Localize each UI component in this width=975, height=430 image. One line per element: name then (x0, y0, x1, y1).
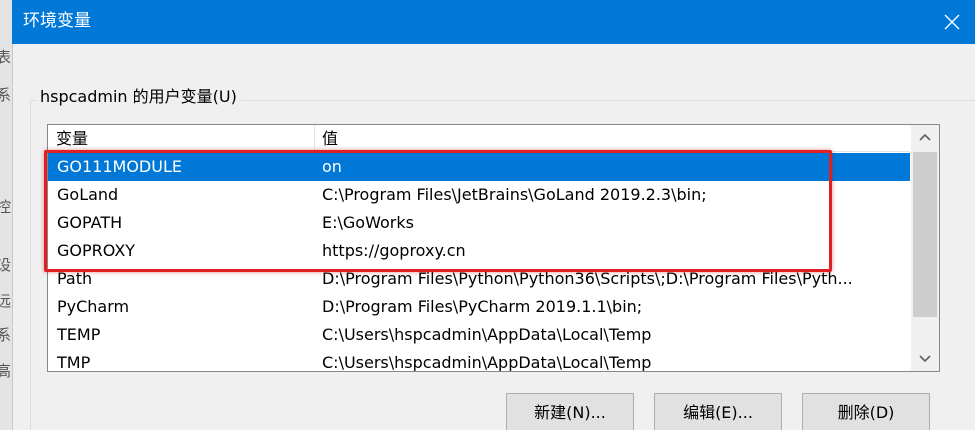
variable-value: D:\Program Files\Python\Python36\Scripts… (322, 269, 853, 288)
variable-name: PyCharm (57, 297, 130, 316)
background-text-fragment: 系 (0, 326, 12, 344)
window-title: 环境变量 (23, 11, 91, 31)
variable-value: C:\Users\hspcadmin\AppData\Local\Temp (322, 325, 652, 344)
table-row[interactable]: PyCharm D:\Program Files\PyCharm 2019.1.… (48, 293, 910, 321)
variable-value: C:\Users\hspcadmin\AppData\Local\Temp (322, 353, 652, 372)
background-text-fragment: 设 (0, 256, 12, 274)
background-text-fragment: 远 (0, 292, 12, 310)
table-row[interactable]: GoLand C:\Program Files\JetBrains\GoLand… (48, 181, 910, 209)
background-text-fragment: 控 (0, 198, 12, 216)
variable-name: TMP (57, 353, 91, 372)
screen: 表 系 控 设 远 系 高 环境变量 hspcadmin 的用户变量(U) 变量… (0, 0, 975, 430)
table-row[interactable]: GOPROXY https://goproxy.cn (48, 237, 910, 265)
scrollbar-thumb[interactable] (913, 152, 937, 317)
table-row[interactable]: TEMP C:\Users\hspcadmin\AppData\Local\Te… (48, 321, 910, 349)
table-row[interactable]: GO111MODULE on (48, 153, 910, 181)
background-text-fragment: 系 (0, 86, 12, 104)
variable-name: GOPROXY (57, 241, 136, 260)
close-button[interactable] (929, 0, 975, 44)
close-icon (944, 14, 960, 30)
variable-name: TEMP (57, 325, 101, 344)
column-separator[interactable] (314, 125, 315, 151)
variable-name: Path (57, 269, 93, 288)
variable-value: https://goproxy.cn (322, 241, 466, 260)
list-header: 变量 值 (48, 125, 910, 152)
new-button[interactable]: 新建(N)... (506, 393, 634, 430)
user-variables-list[interactable]: 变量 值 GO111MODULE on GoLand C:\Program Fi… (47, 124, 940, 372)
edit-button[interactable]: 编辑(E)... (654, 393, 782, 430)
background-text-fragment: 表 (0, 48, 12, 66)
variable-name: GoLand (57, 185, 119, 204)
title-bar: 环境变量 (12, 0, 975, 44)
background-text-fragment: 高 (0, 362, 12, 380)
column-header-value[interactable]: 值 (322, 125, 902, 151)
variable-value: E:\GoWorks (322, 213, 414, 232)
vertical-scrollbar[interactable] (911, 125, 939, 371)
scroll-up-button[interactable] (911, 125, 939, 149)
chevron-up-icon (919, 133, 931, 141)
table-row[interactable]: TMP C:\Users\hspcadmin\AppData\Local\Tem… (48, 349, 910, 372)
list-rows: GO111MODULE on GoLand C:\Program Files\J… (48, 153, 910, 372)
variable-name: GO111MODULE (57, 157, 182, 176)
variable-value: D:\Program Files\PyCharm 2019.1.1\bin; (322, 297, 643, 316)
table-row[interactable]: GOPATH E:\GoWorks (48, 209, 910, 237)
background-window-edge: 表 系 控 设 远 系 高 (0, 0, 13, 430)
table-row[interactable]: Path D:\Program Files\Python\Python36\Sc… (48, 265, 910, 293)
user-variables-label: hspcadmin 的用户变量(U) (36, 86, 241, 108)
delete-button[interactable]: 删除(D) (802, 393, 930, 430)
variable-value: C:\Program Files\JetBrains\GoLand 2019.2… (322, 185, 707, 204)
variable-name: GOPATH (57, 213, 123, 232)
column-header-name[interactable]: 变量 (56, 125, 311, 151)
chevron-down-icon (919, 355, 931, 363)
variable-value: on (322, 157, 342, 176)
scroll-down-button[interactable] (911, 347, 939, 371)
